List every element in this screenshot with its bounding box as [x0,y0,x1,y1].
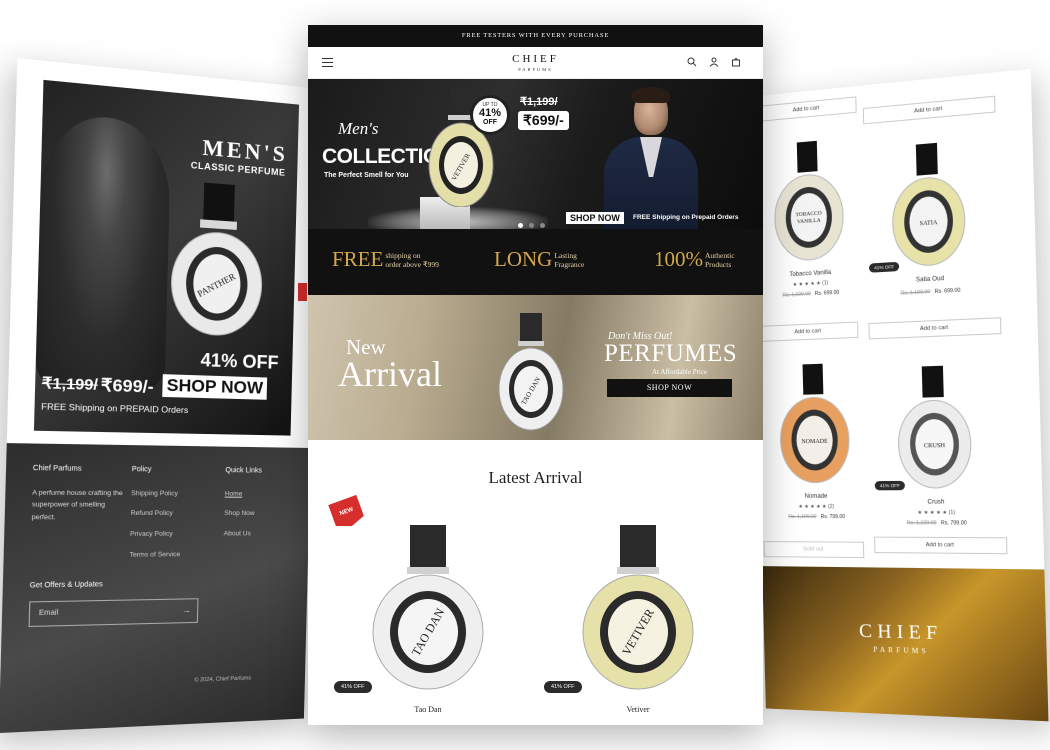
product-name[interactable]: Tao Dan [328,705,528,714]
product-name[interactable]: Satia Oud [867,273,994,286]
footer-link-shop-now[interactable]: Shop Now [224,508,261,520]
svg-text:CRUSH: CRUSH [924,443,946,450]
model-photo [35,111,172,392]
original-price: ₹1,199/ [41,374,99,395]
section-title: Latest Arrival [488,468,583,487]
product-card[interactable]: VETIVER 41% OFF Vetiver [538,525,738,725]
footer-link-home[interactable]: Home [225,488,262,500]
product-price: Rs. 1,199.00 Rs. 699.00 [782,289,840,299]
discount-label: 41% OFF [200,349,279,373]
footer-quick-links: Quick Links Home Shop Now About Us [223,465,262,548]
right-page-mockup: Add to cart Add to cart TOBACCO VANILLA … [750,68,1049,722]
product-image: TAO DAN [372,525,484,690]
usp-long-lasting: LONG Lasting Fragrance [494,247,585,271]
perfumes-title: PERFUMES [604,340,738,367]
announcement-bar: FREE TESTERS WITH EVERY PURCHASE [308,25,763,47]
arrow-right-icon[interactable]: → [183,606,192,615]
svg-text:NOMADE: NOMADE [801,439,828,446]
product-image: NOMADE [763,363,867,486]
add-to-cart-button[interactable]: Add to cart [862,95,996,125]
hero-tagline: The Perfect Smell for You [324,172,409,179]
perfume-bottle-image: TAO DAN [498,313,564,431]
original-price: ₹1,199/ [520,96,558,108]
carousel-dot[interactable] [529,223,534,228]
discount-badge: UP TO 41% OFF [470,95,510,135]
add-to-cart-button[interactable]: Add to cart [874,536,1008,555]
account-icon[interactable] [708,57,720,69]
product-image: CRUSH [880,365,989,491]
product-name[interactable]: Nomade [756,493,877,500]
rating-stars: ★ ★ ★ ★ ★ (1) [917,509,956,517]
site-header: CHIEF PARFUMS [308,47,763,79]
usp-strip: FREE shipping on order above ₹999 LONG Last… [308,229,763,295]
carousel-dot[interactable] [540,223,545,228]
footer-link-shipping-policy[interactable]: Shipping Policy [131,487,182,499]
discount-badge: 41% OFF [868,261,900,273]
footer-policy: Policy Shipping Policy Refund Policy Pri… [129,464,183,570]
carousel-dot[interactable] [518,223,523,228]
footer-quick-title: Quick Links [225,467,263,475]
footer-link-terms[interactable]: Terms of Service [129,549,180,562]
site-footer: Chief Parfums A perfume house crafting t… [0,443,311,734]
discount-badge: 41% OFF [874,480,906,491]
product-card[interactable]: SATIA Satia Oud Rs. 1,199.00 Rs. 699.00 [864,138,995,307]
carousel-dots[interactable] [518,215,551,229]
product-image: VETIVER [582,525,694,690]
sold-out-button[interactable]: Sold out [763,541,865,559]
shop-now-button[interactable]: SHOP NOW [566,212,624,224]
product-card[interactable]: TAO DAN 41% OFF Tao Dan [328,525,528,725]
product-card[interactable]: CRUSH Crush ★ ★ ★ ★ ★ (1) Rs. 1,199.00 Rs… [870,364,1002,528]
shipping-note: FREE Shipping on Prepaid Orders [633,214,739,221]
shipping-note: FREE Shipping on PREPAID Orders [41,401,189,416]
product-name[interactable]: Crush [873,499,1001,506]
cart-icon[interactable] [730,57,742,69]
mens-classic-banner[interactable]: MEN'S CLASSIC PERFUME PANTHER 41% OFF ₹1… [33,79,300,436]
sale-price: ₹699/- [100,375,154,397]
copyright: © 2024, Chief Parfums [194,675,252,684]
newsletter-email-input[interactable]: Email → [28,598,199,628]
left-page-mockup: MEN'S CLASSIC PERFUME PANTHER 41% OFF ₹1… [0,58,321,734]
new-arrival-banner[interactable]: New Arrival TAO DAN Don't Miss Out! PERF… [308,295,763,440]
svg-text:SATIA: SATIA [919,220,938,228]
footer-link-refund-policy[interactable]: Refund Policy [130,508,181,520]
side-tab [298,283,307,301]
newsletter-title: Get Offers & Updates [29,581,103,590]
footer-about-title: Chief Parfums [32,464,82,473]
product-price: Rs. 1,199.00 Rs. 799.00 [906,520,967,527]
add-to-cart-button[interactable]: Add to cart [758,321,859,342]
footer-about: Chief Parfums A perfume house crafting t… [31,463,125,524]
footer-about-text: A perfume house crafting the superpower … [31,488,123,522]
shop-now-button[interactable]: SHOP NOW [162,374,268,400]
usp-free-shipping: FREE shipping on order above ₹999 [332,247,439,271]
hero-script-text: Men's [338,119,379,138]
search-icon[interactable] [686,57,698,69]
arrival-title: Arrival [338,354,442,394]
shop-now-button[interactable]: SHOP NOW [607,379,732,397]
add-to-cart-button[interactable]: Add to cart [868,317,1002,340]
email-placeholder: Email [38,609,59,618]
product-name[interactable]: Vetiver [538,705,738,714]
brand-banner: CHIEF PARFUMS [762,566,1049,722]
product-price: Rs. 1,199.00 Rs. 699.00 [900,287,961,297]
footer-link-privacy-policy[interactable]: Privacy Policy [130,528,181,540]
center-page-mockup: FREE TESTERS WITH EVERY PURCHASE CHIEF P… [308,25,763,725]
product-price: Rs. 1,199.00 Rs. 799.00 [788,514,846,521]
product-card[interactable]: NOMADE Nomade ★ ★ ★ ★ ★ (2) Rs. 1,199.00… [753,362,878,521]
add-to-cart-button[interactable]: Add to cart [756,96,857,123]
affordable-text: At Affordable Price [652,368,708,376]
product-image: TOBACCO VANILLA [757,140,860,266]
perfume-bottle-image: PANTHER [164,182,270,339]
footer-link-about-us[interactable]: About Us [224,528,261,540]
footer-policy-title: Policy [131,465,152,474]
product-image: SATIA [874,142,983,271]
discount-badge: 41% OFF [334,681,372,693]
sale-price: ₹699/- [518,111,569,130]
discount-badge: 41% OFF [544,681,582,693]
usp-authentic: 100% Authentic Products [654,247,735,271]
rating-stars: ★ ★ ★ ★ ★ (2) [798,503,835,510]
hero-banner[interactable]: Men's COLLECTION The Perfect Smell for Y… [308,79,763,229]
mockup-stage: MEN'S CLASSIC PERFUME PANTHER 41% OFF ₹1… [0,0,1050,750]
product-card[interactable]: TOBACCO VANILLA Tobacco Vanilla ★ ★ ★ ★ … [750,136,872,301]
model-photo [596,85,706,229]
